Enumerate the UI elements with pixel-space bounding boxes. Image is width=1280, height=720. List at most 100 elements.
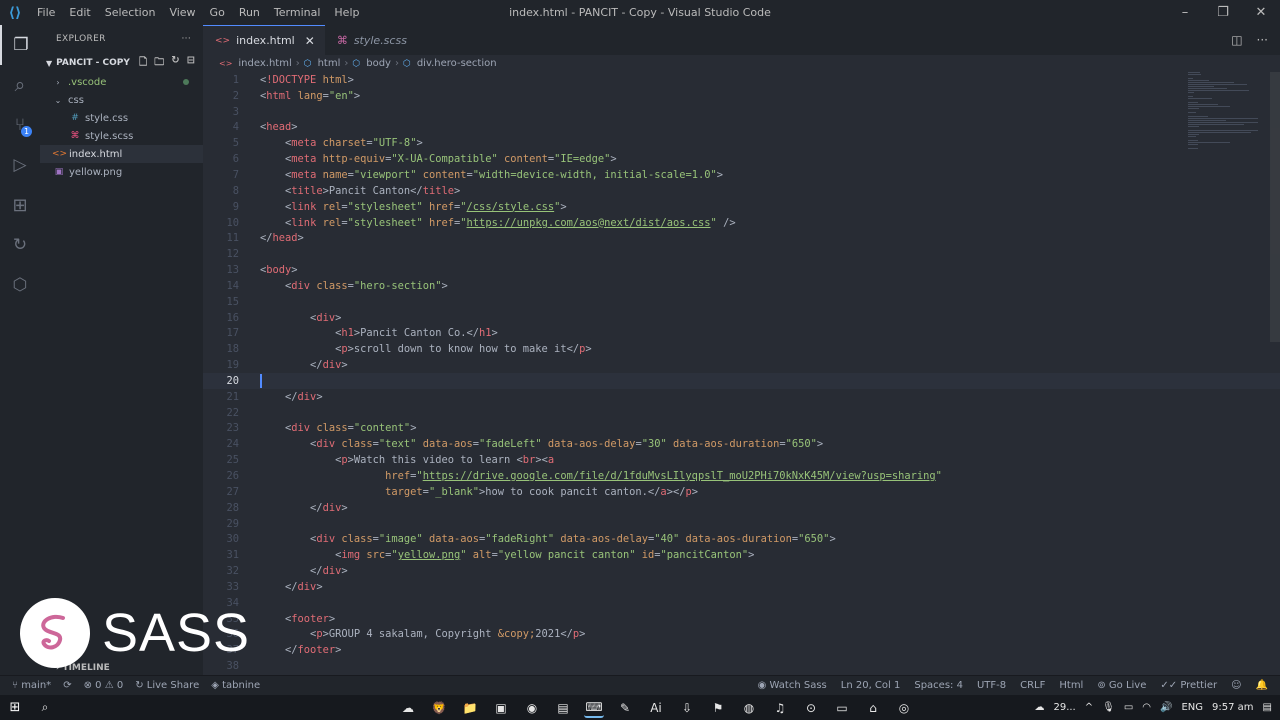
clock[interactable]: 9:57 am — [1212, 702, 1254, 713]
workspace-folder[interactable]: ▼ PANCIT - COPY 🗋 🗀 ↻ ⊟ — [40, 53, 203, 73]
eol-status[interactable]: CRLF — [1020, 680, 1045, 691]
prettier-status[interactable]: ✓✓ Prettier — [1160, 680, 1217, 691]
remote-explorer-activity[interactable]: ⬡ — [0, 265, 40, 305]
battery-icon[interactable]: ▭ — [1124, 702, 1133, 713]
new-folder-icon[interactable]: 🗀 — [154, 55, 164, 72]
taskbar-app-icon[interactable]: ⌨ — [584, 698, 604, 718]
menu-terminal[interactable]: Terminal — [267, 0, 328, 25]
search-activity[interactable]: ⌕ — [0, 65, 40, 105]
volume-icon[interactable]: 🔊 — [1160, 702, 1172, 713]
notification-center-icon[interactable]: ▤ — [1263, 702, 1272, 713]
code-token: head — [272, 232, 298, 245]
menu-go[interactable]: Go — [203, 0, 232, 25]
taskbar-app-icon[interactable]: ◉ — [522, 698, 542, 718]
taskbar-app-icon[interactable]: ✎ — [615, 698, 635, 718]
taskbar-app-icon[interactable]: ◎ — [894, 698, 914, 718]
code-token: scroll down to know how to make it — [353, 343, 567, 356]
microphone-icon[interactable]: 🎙 — [1102, 702, 1115, 713]
refresh-icon[interactable]: ↻ — [171, 55, 179, 72]
explorer-activity[interactable]: ❐ — [0, 25, 40, 65]
live-share-activity[interactable]: ↻ — [0, 225, 40, 265]
windows-start-icon[interactable]: ⊞ — [0, 700, 30, 715]
network-icon[interactable]: ◠ — [1142, 702, 1151, 713]
close-tab-icon[interactable]: ✕ — [305, 34, 315, 48]
tree-item-label: style.scss — [85, 130, 134, 142]
indentation-status[interactable]: Spaces: 4 — [914, 680, 963, 691]
sync-icon[interactable]: ⟳ — [63, 680, 71, 691]
code-editor[interactable]: 1 <!DOCTYPE html> 2 <html lang="en"> 3 4 <head… — [203, 72, 1280, 675]
editor-scrollbar[interactable] — [1270, 72, 1280, 342]
breadcrumb-html[interactable]: html — [318, 58, 341, 69]
watch-sass-status[interactable]: ◉ Watch Sass — [758, 680, 827, 691]
taskbar-app-icon[interactable]: 📁 — [460, 698, 480, 718]
taskbar-app-icon[interactable]: ♫ — [770, 698, 790, 718]
taskbar-app-icon[interactable]: 🦁 — [429, 698, 449, 718]
menu-selection[interactable]: Selection — [98, 0, 163, 25]
search-icon[interactable]: ⌕ — [30, 700, 60, 715]
breadcrumb-file[interactable]: index.html — [238, 58, 291, 69]
tree-item[interactable]: # style.css — [40, 109, 203, 127]
taskbar-app-icon[interactable]: Ai — [646, 698, 666, 718]
maximize-button[interactable]: ❐ — [1204, 0, 1242, 25]
taskbar-app-icon[interactable]: ⊙ — [801, 698, 821, 718]
tab-index-html[interactable]: <> index.html ✕ — [203, 25, 325, 55]
close-window-button[interactable]: ✕ — [1242, 0, 1280, 25]
problems-status[interactable]: ⊗ 0 ⚠ 0 — [84, 680, 124, 691]
collapse-all-icon[interactable]: ⊟ — [187, 55, 195, 72]
menu-edit[interactable]: Edit — [62, 0, 97, 25]
menu-file[interactable]: File — [30, 0, 62, 25]
more-actions-icon[interactable]: ··· — [182, 34, 191, 44]
live-share-status[interactable]: ↻ Live Share — [135, 680, 199, 691]
html-file-icon: <> — [215, 35, 231, 46]
breadcrumb-div[interactable]: div.hero-section — [417, 58, 497, 69]
taskbar-app-icon[interactable]: ▭ — [832, 698, 852, 718]
menu-view[interactable]: View — [162, 0, 202, 25]
code-text: <body> — [260, 264, 298, 276]
new-file-icon[interactable]: 🗋 — [139, 55, 147, 72]
line-number: 7 — [232, 168, 239, 181]
language-mode[interactable]: Html — [1059, 680, 1083, 691]
minimize-button[interactable]: – — [1166, 0, 1204, 25]
code-token: br — [522, 454, 536, 467]
code-token: </ — [566, 343, 580, 356]
cursor-position[interactable]: Ln 20, Col 1 — [841, 680, 901, 691]
show-hidden-icons[interactable]: ^ — [1085, 702, 1093, 713]
minimap[interactable] — [1188, 72, 1268, 152]
source-control-activity[interactable]: ⑂ 1 — [0, 105, 40, 145]
feedback-icon[interactable]: ☺ — [1231, 680, 1241, 691]
breadcrumb-body[interactable]: body — [366, 58, 391, 69]
prettier-label: Prettier — [1180, 680, 1218, 691]
go-live-status[interactable]: ⊚ Go Live — [1097, 680, 1146, 691]
run-debug-activity[interactable]: ▷ — [0, 145, 40, 185]
minimap-line — [1188, 108, 1200, 109]
taskbar-app-icon[interactable]: ☁ — [398, 698, 418, 718]
tree-item[interactable]: <> index.html — [40, 145, 203, 163]
broadcast-icon: ⊚ — [1097, 680, 1109, 691]
menu-help[interactable]: Help — [327, 0, 366, 25]
taskbar-app-icon[interactable]: ⌂ — [863, 698, 883, 718]
tree-item[interactable]: ⌘ style.scss — [40, 127, 203, 145]
taskbar-app-icon[interactable]: ◍ — [739, 698, 759, 718]
tree-item[interactable]: › .vscode — [40, 73, 203, 91]
language-indicator[interactable]: ENG — [1181, 702, 1203, 713]
branch-status[interactable]: ⑂ main* — [12, 680, 51, 691]
tree-item[interactable]: ⌄ css — [40, 91, 203, 109]
weather-temp[interactable]: 29... — [1053, 702, 1075, 713]
split-editor-icon[interactable]: ◫ — [1231, 33, 1242, 47]
extensions-activity[interactable]: ⊞ — [0, 185, 40, 225]
menu-run[interactable]: Run — [232, 0, 267, 25]
live-share-label: Live Share — [146, 680, 200, 691]
taskbar-app-icon[interactable]: ▤ — [553, 698, 573, 718]
taskbar-app-icon[interactable]: ▣ — [491, 698, 511, 718]
taskbar-app-icon[interactable]: ⚑ — [708, 698, 728, 718]
tabnine-status[interactable]: ◈ tabnine — [211, 680, 260, 691]
tab-style-scss[interactable]: ⌘ style.scss — [325, 25, 417, 55]
more-actions-icon[interactable]: ··· — [1257, 33, 1268, 47]
tree-item[interactable]: ▣ yellow.png — [40, 163, 203, 181]
weather-icon[interactable]: ☁ — [1034, 702, 1044, 713]
encoding-status[interactable]: UTF-8 — [977, 680, 1006, 691]
notifications-icon[interactable]: 🔔 — [1256, 680, 1268, 691]
taskbar-app-icon[interactable]: ⇩ — [677, 698, 697, 718]
line-number: 3 — [232, 105, 239, 118]
